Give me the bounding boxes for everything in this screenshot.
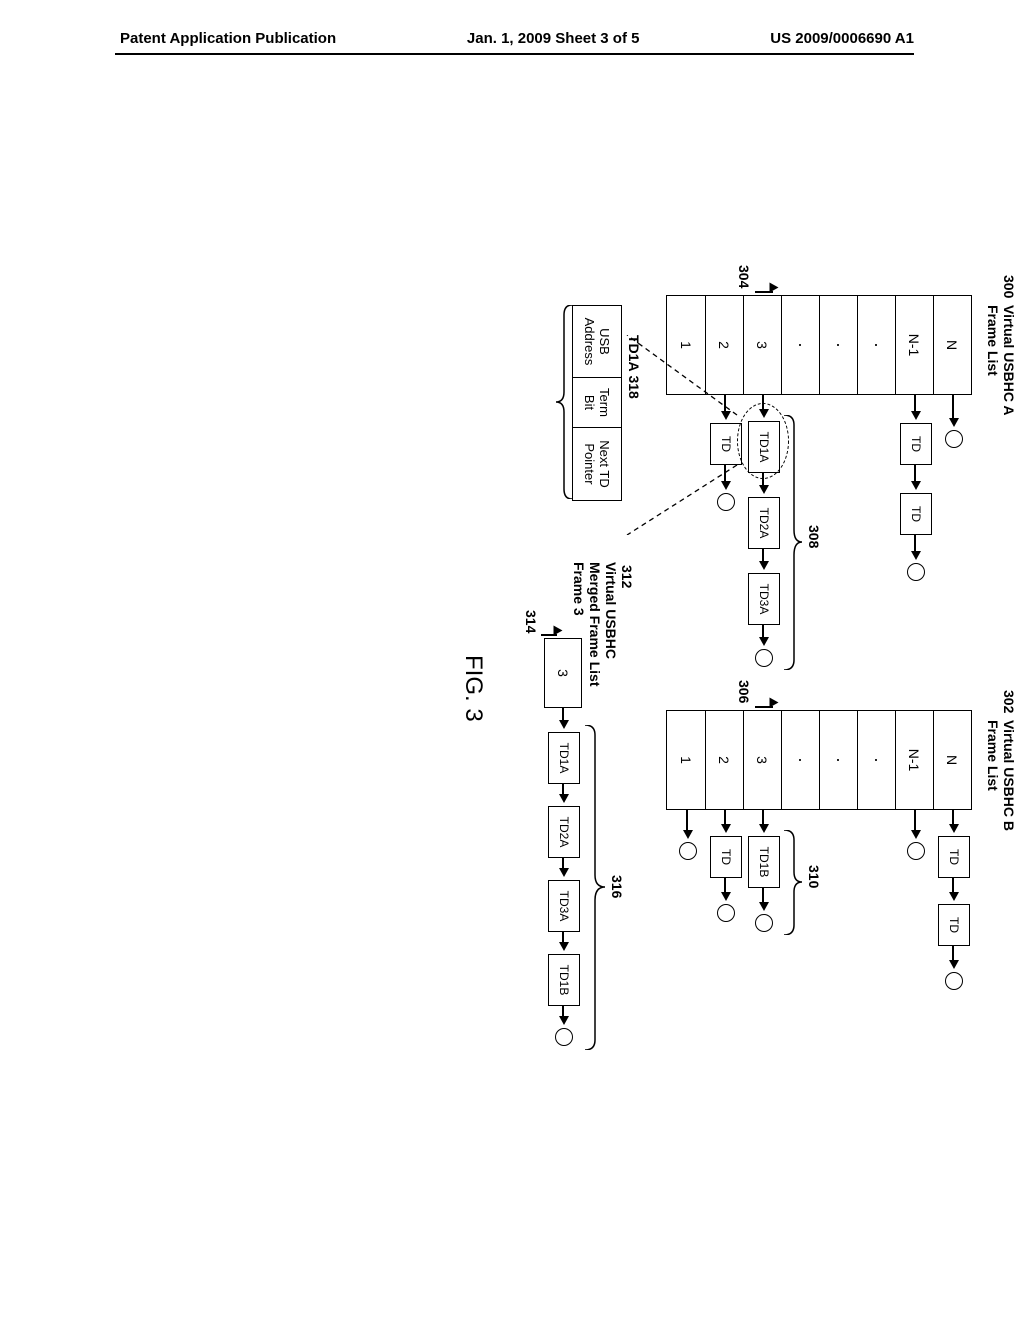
arrowhead-icon	[759, 902, 769, 911]
td-box: TD	[938, 904, 970, 946]
arrowhead-icon	[949, 824, 959, 833]
header-rule	[115, 53, 914, 55]
ptr-a-ref: 304	[736, 265, 752, 288]
arrowhead-icon	[911, 481, 921, 490]
arrowhead-icon	[559, 942, 569, 951]
arrowhead-icon	[683, 830, 693, 839]
ptr-b-ref: 306	[736, 680, 752, 703]
td-box: TD	[900, 493, 932, 535]
arrow	[953, 395, 955, 420]
null-circle-icon	[907, 563, 925, 581]
list-a-ref: 300	[1001, 275, 1017, 298]
frame-row-3: 3	[743, 711, 781, 809]
frame-row-dots: ·	[857, 296, 895, 394]
arrowhead-icon	[759, 637, 769, 646]
null-circle-icon	[679, 842, 697, 860]
arrowhead-icon	[949, 892, 959, 901]
merged-td3a: TD3A	[548, 880, 580, 932]
list-b-ref: 302	[1001, 690, 1017, 713]
arrowhead-icon	[721, 824, 731, 833]
brace-b-icon	[782, 830, 802, 935]
merged-td1b: TD1B	[548, 954, 580, 1006]
merged-td2a: TD2A	[548, 806, 580, 858]
null-circle-icon	[755, 914, 773, 932]
frame-list-b: N N-1 · · · 3 2 1	[666, 710, 972, 810]
arrow	[687, 810, 689, 832]
arrowhead-icon	[911, 411, 921, 420]
arrowhead-icon	[949, 418, 959, 427]
page-header: Patent Application Publication Jan. 1, 2…	[0, 0, 1024, 47]
arrowhead-icon	[911, 830, 921, 839]
td1a-detail-box: USB Address Term Bit Next TD Pointer	[572, 305, 622, 501]
arrowhead-icon	[949, 960, 959, 969]
td-box: TD	[710, 423, 742, 465]
merged-ref: 312	[619, 565, 635, 588]
list-a-title: Virtual USBHC A Frame List	[985, 305, 1017, 415]
frame-row: N-1	[895, 711, 933, 809]
td3a-box: TD3A	[748, 573, 780, 625]
td-box: TD	[938, 836, 970, 878]
null-circle-icon	[717, 904, 735, 922]
arrowhead-icon	[559, 868, 569, 877]
merged-ptr-ref: 314	[523, 610, 539, 633]
header-right: US 2009/0006690 A1	[770, 30, 914, 47]
td1a-underbrace-icon	[556, 305, 572, 499]
td1a-term-bit: Term Bit	[573, 378, 621, 428]
header-left: Patent Application Publication	[120, 30, 336, 47]
arrowhead-icon	[911, 551, 921, 560]
arrowhead-icon	[759, 485, 769, 494]
null-circle-icon	[555, 1028, 573, 1046]
frame-row-dots: ·	[819, 711, 857, 809]
frame-row-3: 3	[743, 296, 781, 394]
frame-row: 2	[705, 711, 743, 809]
arrowhead-icon	[721, 481, 731, 490]
null-circle-icon	[945, 430, 963, 448]
frame-row-dots: ·	[857, 711, 895, 809]
merged-td1a: TD1A	[548, 732, 580, 784]
figure-3-diagram: 300 Virtual USBHC A Frame List N N-1 · ·…	[0, 275, 1024, 1035]
null-circle-icon	[907, 842, 925, 860]
arrowhead-icon	[721, 411, 731, 420]
td1b-box: TD1B	[748, 836, 780, 888]
frame-row: N	[933, 296, 971, 394]
header-mid: Jan. 1, 2009 Sheet 3 of 5	[467, 30, 640, 47]
td1a-detail-label: TD1A 318	[626, 335, 642, 399]
merged-frame-3-box: 3	[544, 638, 582, 708]
td-box: TD	[900, 423, 932, 465]
brace-a-ref: 308	[806, 525, 822, 548]
figure-caption: FIG. 3	[459, 655, 487, 722]
frame-row: 1	[667, 711, 705, 809]
frame-row-dots: ·	[781, 296, 819, 394]
arrow	[915, 810, 917, 832]
arrowhead-icon	[559, 1016, 569, 1025]
null-circle-icon	[755, 649, 773, 667]
brace-b-ref: 310	[806, 865, 822, 888]
null-circle-icon	[945, 972, 963, 990]
arrowhead-icon	[721, 892, 731, 901]
td1a-next-td: Next TD Pointer	[573, 428, 621, 500]
frame-row-dots: ·	[781, 711, 819, 809]
td1a-usb-address: USB Address	[573, 306, 621, 378]
td2a-box: TD2A	[748, 497, 780, 549]
merged-brace-ref: 316	[609, 875, 625, 898]
null-circle-icon	[717, 493, 735, 511]
arrowhead-icon	[559, 720, 569, 729]
frame-row: N-1	[895, 296, 933, 394]
frame-row-dots: ·	[819, 296, 857, 394]
td-box: TD	[710, 836, 742, 878]
frame-row: N	[933, 711, 971, 809]
arrowhead-icon	[759, 561, 769, 570]
arrowhead-icon	[759, 824, 769, 833]
brace-merged-icon	[583, 725, 605, 1050]
list-b-title: Virtual USBHC B Frame List	[985, 720, 1017, 831]
arrowhead-icon	[559, 794, 569, 803]
